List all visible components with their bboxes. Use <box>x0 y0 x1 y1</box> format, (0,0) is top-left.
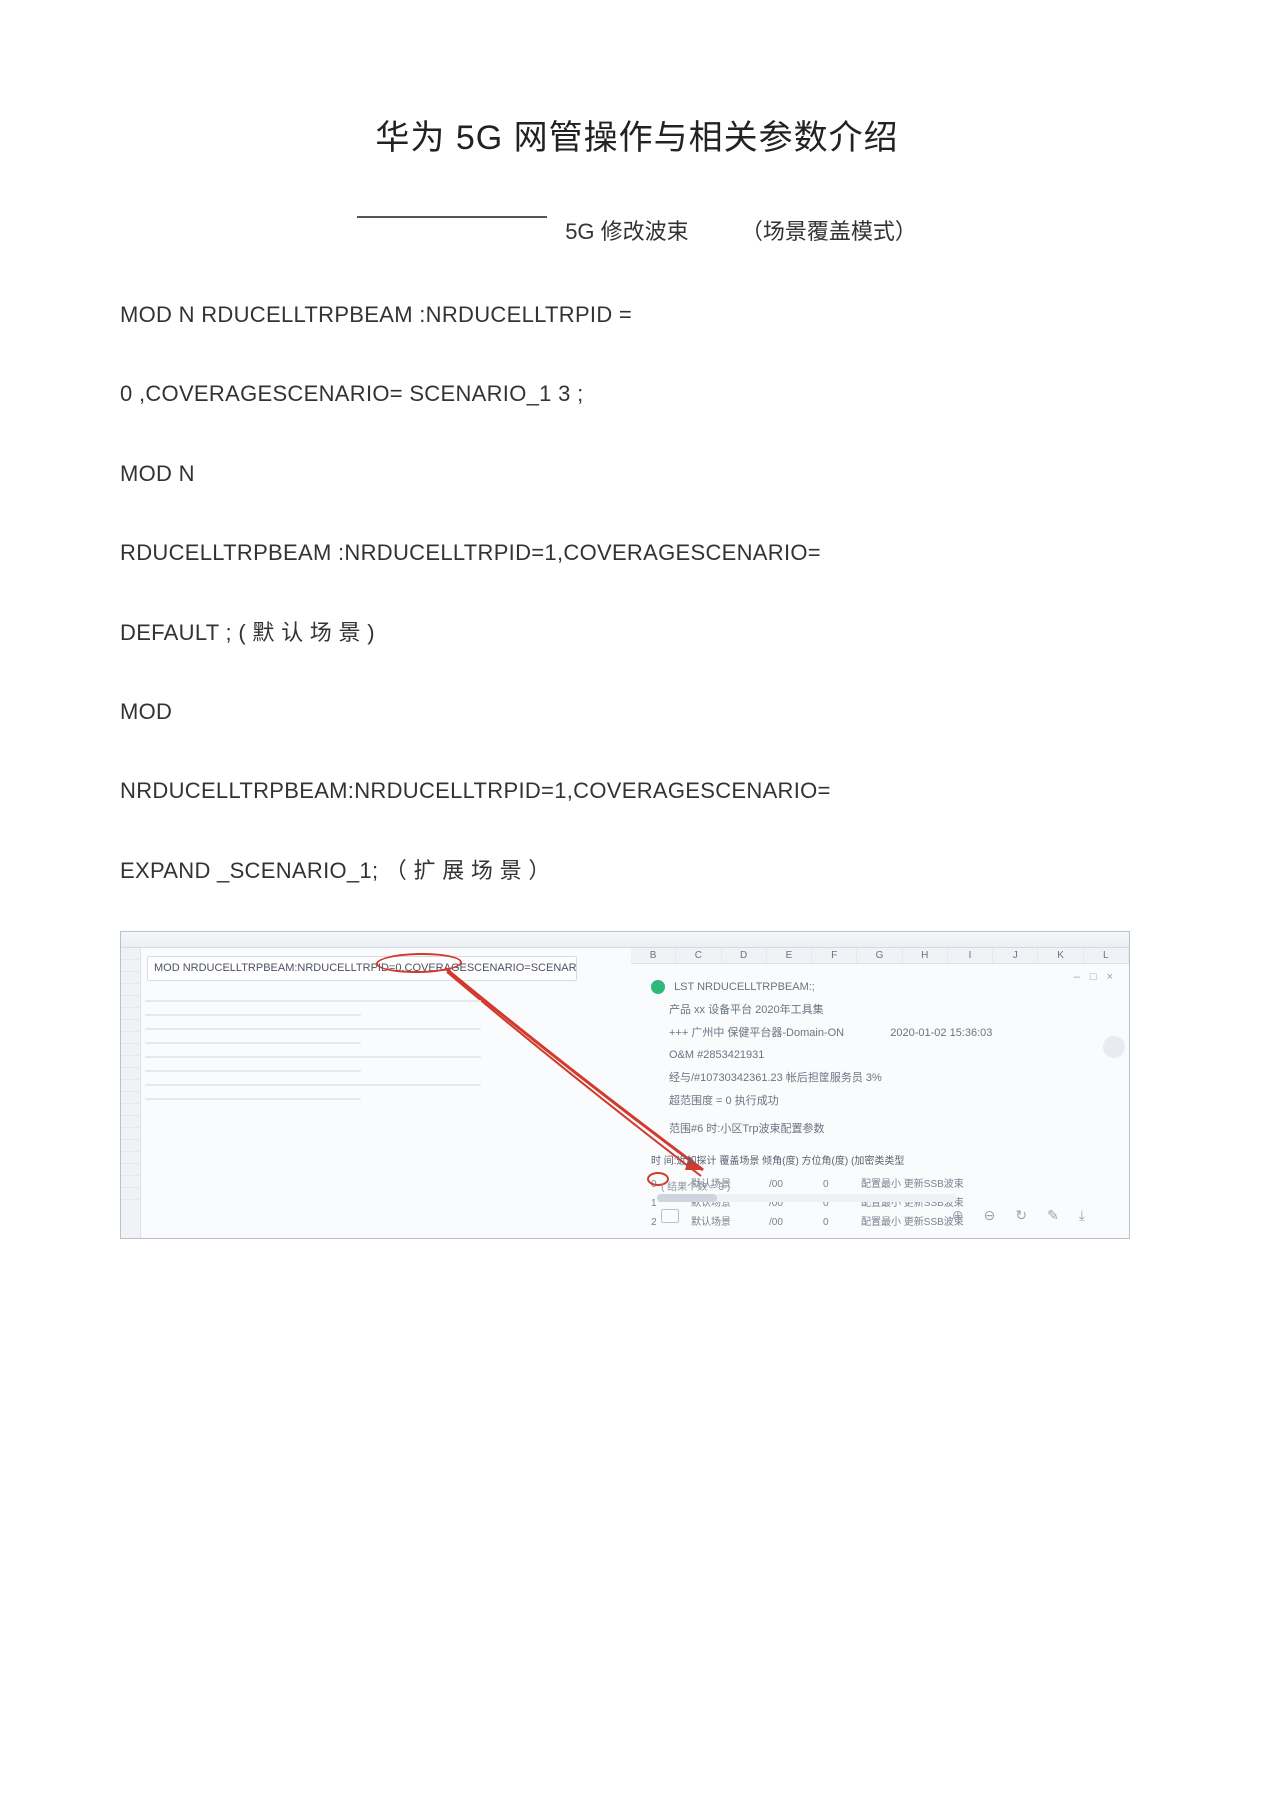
col-head: K <box>1038 948 1083 963</box>
result-line: O&M #2853421931 <box>651 1046 1087 1065</box>
edit-icon[interactable]: ✎ <box>1047 1204 1059 1228</box>
col-head: F <box>812 948 857 963</box>
col-head: J <box>993 948 1038 963</box>
footer-box-icon[interactable] <box>661 1209 679 1223</box>
horizontal-scrollbar[interactable] <box>657 1194 957 1202</box>
col-head: L <box>1084 948 1129 963</box>
subtitle-left: 5G 修改波束 <box>565 219 688 244</box>
panel-footer: ⊕ ⊖ ↻ ✎ ⤓ <box>661 1204 1085 1228</box>
result-table-header: 时 间:近如探计 覆盖场景 倾角(度) 方位角(度) (加密类类型 <box>651 1153 1087 1170</box>
col-head: B <box>631 948 676 963</box>
col-head: D <box>722 948 767 963</box>
status-ok-icon <box>651 980 665 994</box>
cell: /00 <box>769 1176 799 1193</box>
result-timestamp: 2020-01-02 15:36:03 <box>890 1027 992 1039</box>
scrollbar-thumb[interactable] <box>657 1194 717 1202</box>
maximize-icon[interactable]: □ <box>1090 968 1097 987</box>
spreadsheet-column-headers: B C D E F G H I J K L <box>631 948 1129 964</box>
result-line: 超范围度 = 0 执行成功 <box>651 1092 1087 1111</box>
embedded-screenshot: B C D E F G H I J K L MOD NRDUCELLTRPBEA… <box>120 931 1130 1239</box>
col-head: E <box>767 948 812 963</box>
spreadsheet-toolbar <box>121 932 1129 948</box>
paragraph: DEFAULT ; ( 默 认 场 景 ) <box>120 614 1154 651</box>
paragraph: 0 ,COVERAGESCENARIO= SCENARIO_1 3 ; <box>120 375 1154 412</box>
paragraph: RDUCELLTRPBEAM :NRDUCELLTRPID=1,COVERAGE… <box>120 534 1154 571</box>
result-line: 产品 xx 设备平台 2020年工具集 <box>651 1001 1087 1020</box>
cell: 配置最小 更新SSB波束 <box>861 1176 965 1193</box>
result-line: +++ 广州中 保健平台器-Domain-ON <box>669 1027 844 1039</box>
document-subtitle: 5G 修改波束 （场景覆盖模式） <box>120 214 1154 246</box>
col-head: H <box>903 948 948 963</box>
result-line: 范围#6 时:小区Trp波束配置参数 <box>651 1120 1087 1139</box>
close-icon[interactable]: × <box>1107 968 1113 987</box>
spreadsheet-placeholder-rows <box>145 988 625 1112</box>
spreadsheet-row-gutter <box>121 948 141 1238</box>
paragraph: NRDUCELLTRPBEAM:NRDUCELLTRPID=1,COVERAGE… <box>120 772 1154 809</box>
result-command: LST NRDUCELLTRPBEAM:; <box>674 981 815 993</box>
download-icon[interactable]: ⤓ <box>1079 1204 1085 1228</box>
refresh-icon[interactable]: ↻ <box>1015 1204 1027 1228</box>
formula-bar[interactable]: MOD NRDUCELLTRPBEAM:NRDUCELLTRPID=0,COVE… <box>147 956 577 981</box>
result-line: 经与/#10730342361.23 帐后担筐服务员 3% <box>651 1069 1087 1088</box>
subtitle-right: （场景覆盖模式） <box>741 219 917 244</box>
col-head: C <box>676 948 721 963</box>
side-handle-icon <box>1103 1036 1125 1058</box>
cell: 0 <box>823 1176 837 1193</box>
paragraph: EXPAND _SCENARIO_1; （ 扩 展 场 景 ） <box>120 852 1154 889</box>
document-body: MOD N RDUCELLTRPBEAM :NRDUCELLTRPID = 0 … <box>120 296 1154 1239</box>
paragraph: MOD N <box>120 455 1154 492</box>
paragraph: MOD N RDUCELLTRPBEAM :NRDUCELLTRPID = <box>120 296 1154 333</box>
subtitle-underline <box>357 216 547 218</box>
col-head: I <box>948 948 993 963</box>
document-title: 华为 5G 网管操作与相关参数介绍 <box>120 110 1154 159</box>
zoom-out-icon[interactable]: ⊖ <box>984 1204 996 1228</box>
zoom-in-icon[interactable]: ⊕ <box>952 1204 964 1228</box>
paragraph: MOD <box>120 693 1154 730</box>
col-head: G <box>857 948 902 963</box>
